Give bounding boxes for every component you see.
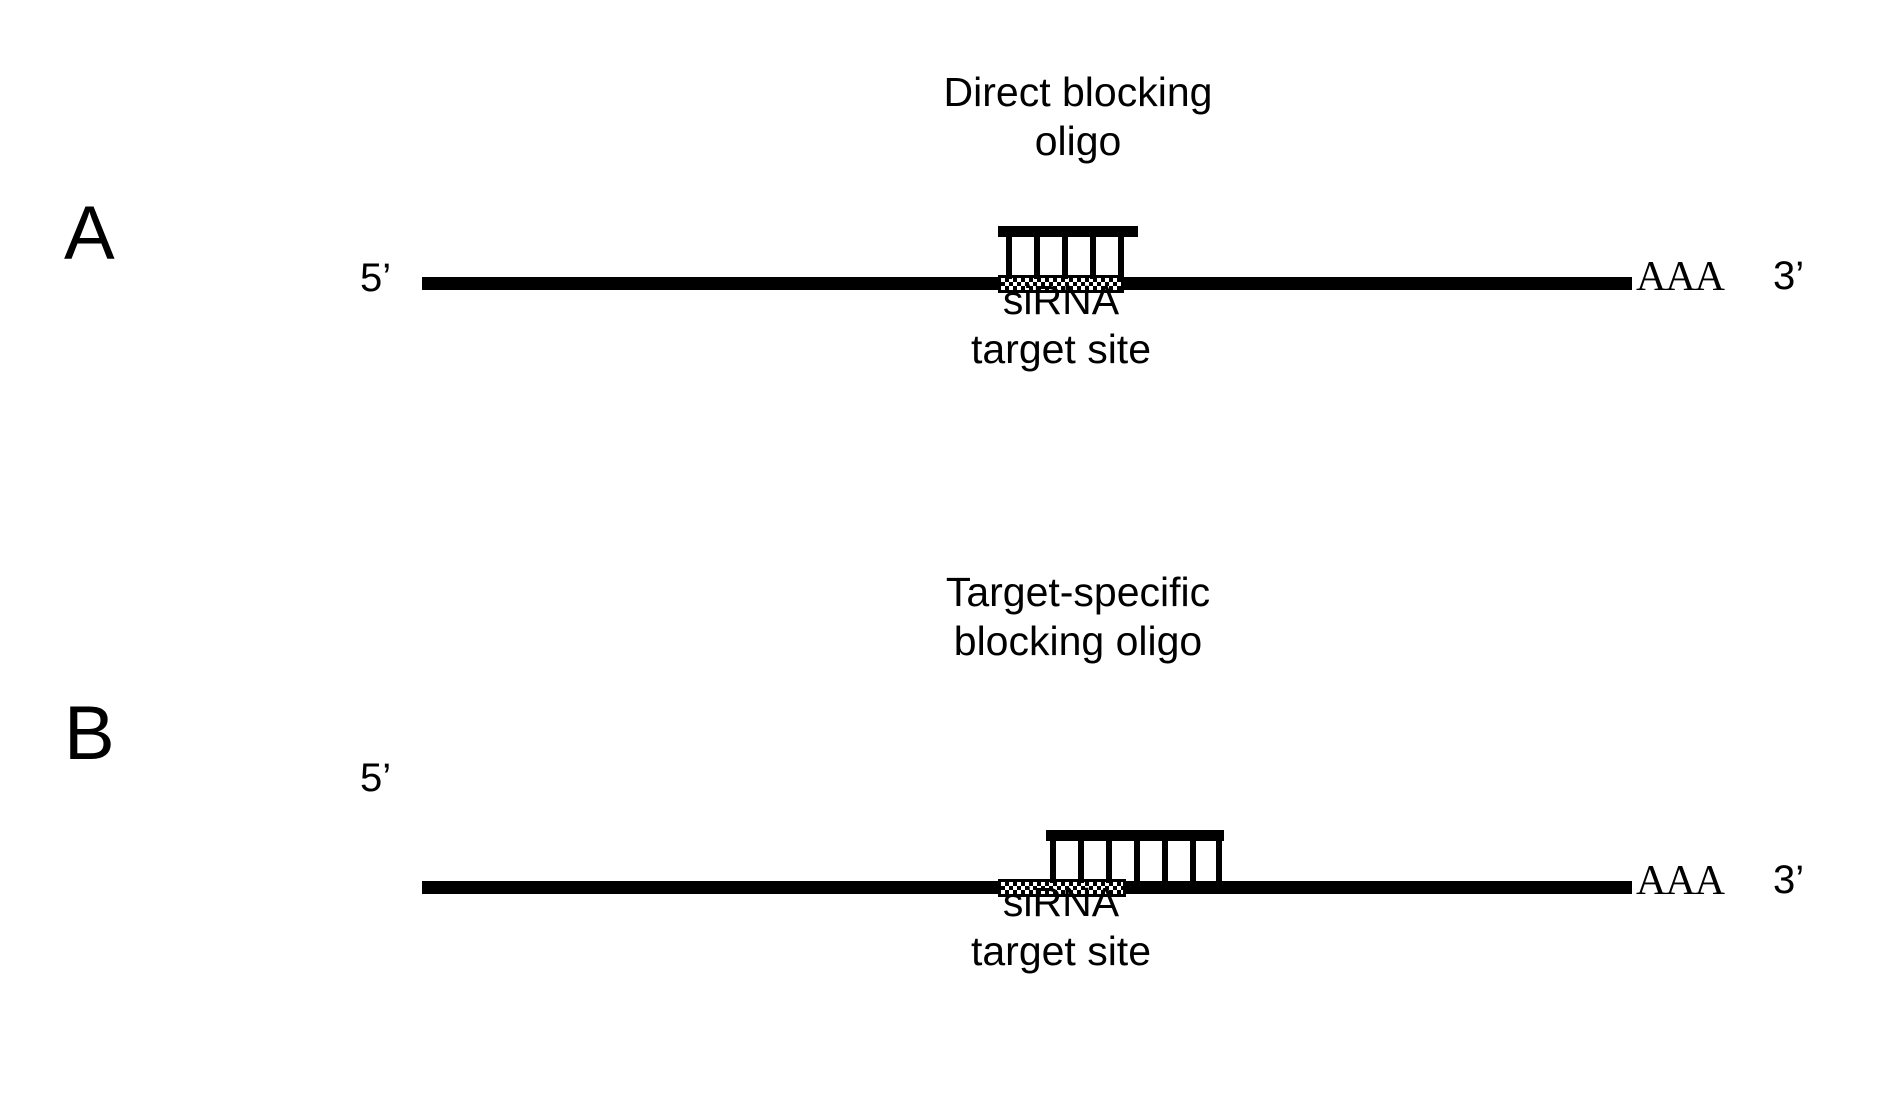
three-prime-label-b: 3’ [1773,858,1805,902]
five-prime-label-a: 5’ [360,256,392,300]
oligo-rung [1006,235,1012,279]
oligo-rung [1216,839,1222,883]
oligo-rung [1134,839,1140,883]
oligo-rung [1050,839,1056,883]
oligo-rung [1034,235,1040,279]
target-site-caption-b: siRNA target site [970,879,1152,974]
oligo-rung [1062,235,1068,279]
panel-letter-b: B [64,691,115,776]
panel-a: A Direct blocking oligo 5’ AAA 3’ siRNA … [0,0,1881,549]
oligo-bar-a [998,226,1138,237]
oligo-rung [1162,839,1168,883]
polya-tail-b: AAA [1636,858,1725,904]
oligo-rung [1106,839,1112,883]
polya-tail-a: AAA [1636,254,1725,300]
panel-b: B Target-specific blocking oligo 5’ AAA … [0,549,1881,1098]
oligo-rung [1118,235,1124,279]
panel-letter-a: A [64,191,115,276]
oligo-rung [1190,839,1196,883]
five-prime-label-b: 5’ [360,756,392,800]
oligo-rung [1078,839,1084,883]
oligo-rung [1090,235,1096,279]
blocking-oligo-b [1046,830,1224,883]
three-prime-label-a: 3’ [1773,254,1805,298]
blocking-oligo-a [998,226,1138,279]
oligo-caption-b: Target-specific blocking oligo [945,569,1211,664]
target-site-caption-a: siRNA target site [970,277,1152,372]
oligo-caption-a: Direct blocking oligo [943,69,1213,164]
